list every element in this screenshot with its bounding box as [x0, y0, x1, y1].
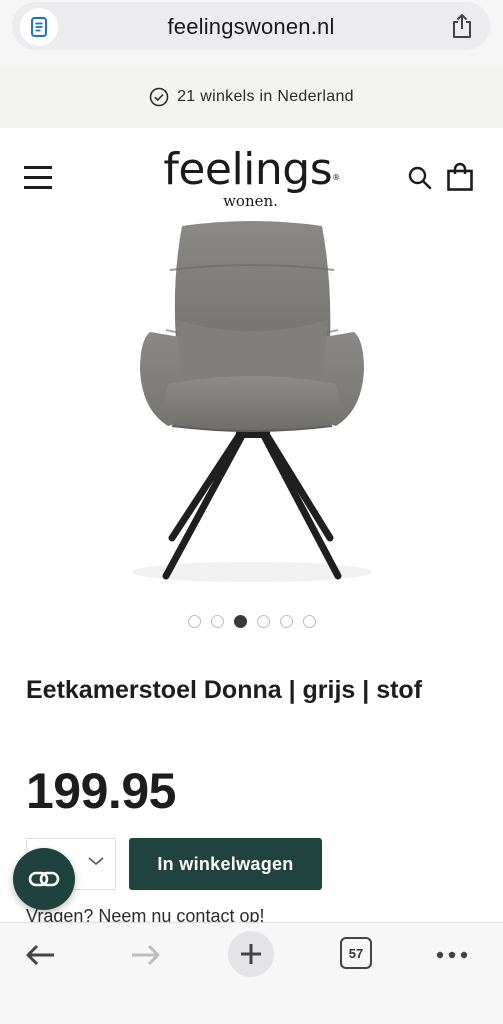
- gallery-dots: [0, 615, 503, 628]
- share-button[interactable]: [448, 12, 476, 40]
- tabs-count-text: 57: [348, 945, 364, 961]
- more-icon: [436, 951, 468, 959]
- browser-toolbar: 57: [0, 922, 503, 1024]
- logo-sub-text: wonen.: [223, 192, 278, 210]
- product-price: 199.95: [26, 763, 176, 819]
- more-button[interactable]: [430, 933, 474, 977]
- gallery-dot[interactable]: [302, 615, 316, 628]
- new-tab-button[interactable]: [228, 931, 274, 977]
- chat-icon: [28, 871, 60, 887]
- address-bar[interactable]: feelingswonen.nl: [12, 2, 490, 50]
- url-text[interactable]: feelingswonen.nl: [12, 14, 490, 40]
- forward-button[interactable]: [124, 933, 168, 977]
- logo-main-text: feelings: [163, 144, 333, 195]
- product-image[interactable]: [0, 220, 503, 600]
- gallery-dot[interactable]: [279, 615, 293, 628]
- gallery-dot-active[interactable]: [233, 615, 247, 628]
- forward-arrow-icon: [132, 944, 160, 966]
- store-count-banner: 21 winkels in Nederland: [0, 66, 503, 128]
- chat-button[interactable]: [13, 848, 75, 910]
- gallery-dot[interactable]: [210, 615, 224, 628]
- add-to-cart-button[interactable]: In winkelwagen: [129, 838, 322, 890]
- site-header: feelings® wonen.: [0, 128, 503, 220]
- logo-registered-mark: ®: [332, 173, 340, 182]
- check-circle-icon: [149, 87, 169, 107]
- share-icon: [453, 14, 471, 38]
- product-title: Eetkamerstoel Donna | grijs | stof: [26, 676, 423, 704]
- back-button[interactable]: [18, 933, 62, 977]
- tabs-button[interactable]: 57: [340, 937, 372, 969]
- store-count-text: 21 winkels in Nederland: [177, 88, 354, 105]
- gallery-dot[interactable]: [256, 615, 270, 628]
- browser-address-area: feelingswonen.nl: [0, 0, 503, 66]
- plus-icon: [241, 944, 261, 964]
- search-icon[interactable]: [406, 164, 434, 192]
- gallery-dot[interactable]: [187, 615, 201, 628]
- bag-icon[interactable]: [446, 162, 474, 192]
- chevron-down-icon: [88, 857, 104, 866]
- back-arrow-icon: [26, 944, 54, 966]
